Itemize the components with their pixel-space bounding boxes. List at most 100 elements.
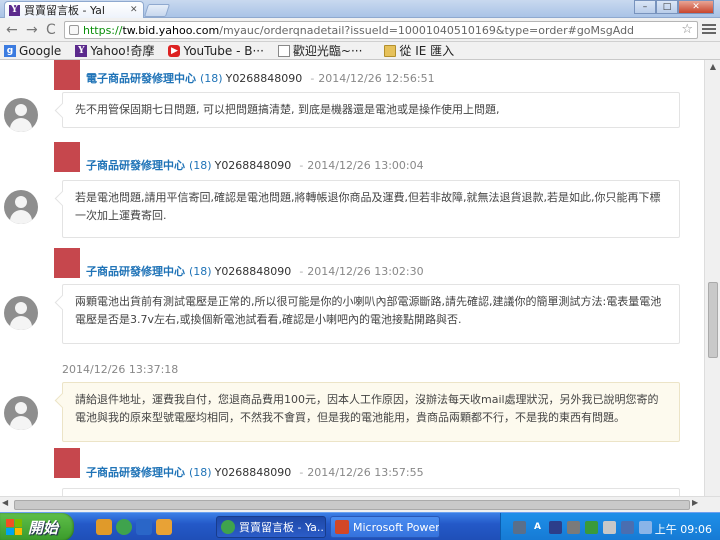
seller-avatar-block: [54, 448, 80, 478]
seller-name-link[interactable]: 子商品研發修理中心: [86, 159, 185, 172]
message-bubble: 請給退件地址，運費我自付，您退商品費用100元，因本人工作原因，沒辦法每天收ma…: [62, 382, 680, 442]
display-icon[interactable]: [621, 520, 634, 534]
message-time: 2014/12/26 13:02:30: [307, 265, 424, 278]
scroll-right-arrow-icon[interactable]: ▶: [692, 498, 698, 507]
taskbar-button-label: Microsoft PowerP...: [353, 520, 440, 534]
rating-count[interactable]: (18): [189, 265, 212, 278]
reload-icon[interactable]: C: [46, 22, 56, 38]
settings-tray-icon[interactable]: [603, 520, 616, 534]
browser-titlebar: Y 買賣留言板 - Yal ✕ – □ ✕: [0, 0, 720, 18]
new-tab-button[interactable]: [143, 4, 171, 17]
seller-avatar-block: [54, 142, 80, 172]
seller-id: Y0268848090: [214, 466, 292, 479]
ime-icon[interactable]: A: [531, 521, 544, 534]
bookmarks-bar: g Google Y Yahoo!奇摩 ▶ YouTube - B··· 歡迎光…: [0, 42, 720, 60]
chrome-menu-icon[interactable]: [702, 24, 716, 36]
rating-count[interactable]: (18): [200, 72, 223, 85]
media-quick-icon[interactable]: [156, 519, 172, 535]
bookmark-label: 從 IE 匯入: [399, 44, 455, 58]
scroll-left-arrow-icon[interactable]: ◀: [2, 498, 8, 507]
message-bubble: [62, 488, 680, 496]
quick-launch-app-icon[interactable]: [96, 519, 112, 535]
seller-id: Y0268848090: [225, 72, 303, 85]
clock: 上午 09:06: [654, 523, 712, 536]
url-host: tw.bid.yahoo.com: [122, 23, 220, 37]
taskbar-button-powerpoint[interactable]: Microsoft PowerP...: [330, 516, 440, 538]
bookmark-yahoo[interactable]: Y Yahoo!奇摩: [75, 42, 154, 59]
back-arrow-icon[interactable]: ←: [6, 22, 18, 38]
rating-count[interactable]: (18): [189, 159, 212, 172]
user-avatar-icon: [4, 98, 38, 132]
taskbar-button-label: 買賣留言板 - Ya...: [239, 521, 326, 534]
bookmark-label: Yahoo!奇摩: [90, 44, 155, 58]
tab-close-icon[interactable]: ✕: [130, 5, 138, 15]
taskbar-button-chrome[interactable]: 買賣留言板 - Ya...: [216, 516, 326, 538]
user-avatar-icon: [4, 296, 38, 330]
separator: -: [299, 159, 304, 172]
separator: -: [310, 72, 315, 85]
seller-avatar-block: [54, 248, 80, 278]
seller-name-link[interactable]: 子商品研發修理中心: [86, 265, 185, 278]
maximize-button[interactable]: □: [656, 0, 678, 14]
seller-name-link[interactable]: 電子商品研發修理中心: [86, 72, 196, 85]
minimize-button[interactable]: –: [634, 0, 656, 14]
message-bubble: 若是電池問題,請用平信寄回,確認是電池問題,將轉帳退你商品及運費,但若非故障,就…: [62, 180, 680, 238]
message-header: 子商品研發修理中心 (18) Y0268848090-2014/12/26 13:5…: [86, 464, 424, 480]
bookmark-welcome[interactable]: 歡迎光臨~···: [277, 42, 363, 59]
scroll-up-arrow-icon[interactable]: ▲: [705, 60, 720, 74]
tab-title: 買賣留言板 - Yal: [24, 4, 105, 17]
yahoo-favicon-icon: Y: [9, 4, 20, 16]
bookmark-label: 歡迎光臨~···: [292, 44, 363, 58]
address-toolbar: ← → C https://tw.bid.yahoo.com/myauc/ord…: [0, 18, 720, 42]
yahoo-icon: Y: [75, 44, 88, 57]
language-icon[interactable]: [549, 520, 562, 534]
url-text: https://tw.bid.yahoo.com/myauc/orderqnad…: [83, 24, 634, 37]
windows-logo-icon: [6, 519, 22, 535]
separator: -: [299, 265, 304, 278]
keyboard-icon[interactable]: [567, 520, 580, 534]
message-time: 2014/12/26 12:56:51: [318, 72, 435, 85]
bookmark-folder-ie[interactable]: 從 IE 匯入: [384, 42, 454, 59]
ie-quick-icon[interactable]: [136, 519, 152, 535]
buyer-message-time: 2014/12/26 13:37:18: [62, 363, 179, 376]
message-time: 2014/12/26 13:57:55: [307, 466, 424, 479]
bookmark-google[interactable]: g Google: [4, 44, 61, 58]
youtube-icon: ▶: [168, 44, 181, 57]
bookmark-label: YouTube - B···: [183, 43, 264, 58]
close-window-button[interactable]: ✕: [678, 0, 714, 14]
message-header: 電子商品研發修理中心 (18) Y0268848090-2014/12/26 12:…: [86, 70, 435, 86]
seller-id: Y0268848090: [214, 265, 292, 278]
powerpoint-icon: [335, 520, 349, 534]
message-time: 2014/12/26 13:00:04: [307, 159, 424, 172]
url-path: /myauc/orderqnadetail?issueId=1000104051…: [219, 23, 635, 37]
seller-id: Y0268848090: [214, 159, 292, 172]
url-scheme: https://: [83, 23, 123, 37]
message-board: 電子商品研發修理中心 (18) Y0268848090-2014/12/26 12:…: [0, 60, 704, 496]
rating-count[interactable]: (18): [189, 466, 212, 479]
forward-arrow-icon[interactable]: →: [26, 22, 38, 38]
system-tray: A 上午 09:06: [500, 513, 720, 540]
help-icon[interactable]: [585, 520, 598, 534]
scroll-thumb[interactable]: [708, 282, 718, 358]
seller-avatar-block: [54, 60, 80, 90]
bookmark-label: Google: [19, 43, 62, 58]
seller-name-link[interactable]: 子商品研發修理中心: [86, 466, 185, 479]
browser-tab[interactable]: Y 買賣留言板 - Yal ✕: [4, 1, 144, 18]
user-avatar-icon: [4, 396, 38, 430]
start-label: 開始: [28, 518, 59, 537]
message-bubble: 先不用管保固期七日問題, 可以把問題搞清楚, 到底是機器還是電池或是操作使用上問…: [62, 92, 680, 128]
google-icon: g: [4, 44, 16, 57]
chrome-quick-icon[interactable]: [116, 519, 132, 535]
start-button[interactable]: 開始: [0, 513, 74, 540]
message-bubble: 兩顆電池出貨前有測試電壓是正常的,所以很可能是你的小喇叭內部電源斷路,請先確認,…: [62, 284, 680, 344]
bookmark-star-icon[interactable]: ☆: [681, 22, 693, 37]
horizontal-scroll-thumb[interactable]: [14, 500, 690, 510]
url-input[interactable]: https://tw.bid.yahoo.com/myauc/orderqnad…: [64, 21, 698, 39]
horizontal-scrollbar[interactable]: ◀ ▶: [0, 496, 720, 512]
message-header: 子商品研發修理中心 (18) Y0268848090-2014/12/26 13:0…: [86, 263, 424, 279]
window-controls: – □ ✕: [634, 0, 714, 14]
vertical-scrollbar[interactable]: ▲: [704, 60, 720, 496]
volume-icon[interactable]: [639, 520, 652, 534]
network-icon[interactable]: [513, 520, 526, 534]
bookmark-youtube[interactable]: ▶ YouTube - B···: [168, 43, 264, 58]
